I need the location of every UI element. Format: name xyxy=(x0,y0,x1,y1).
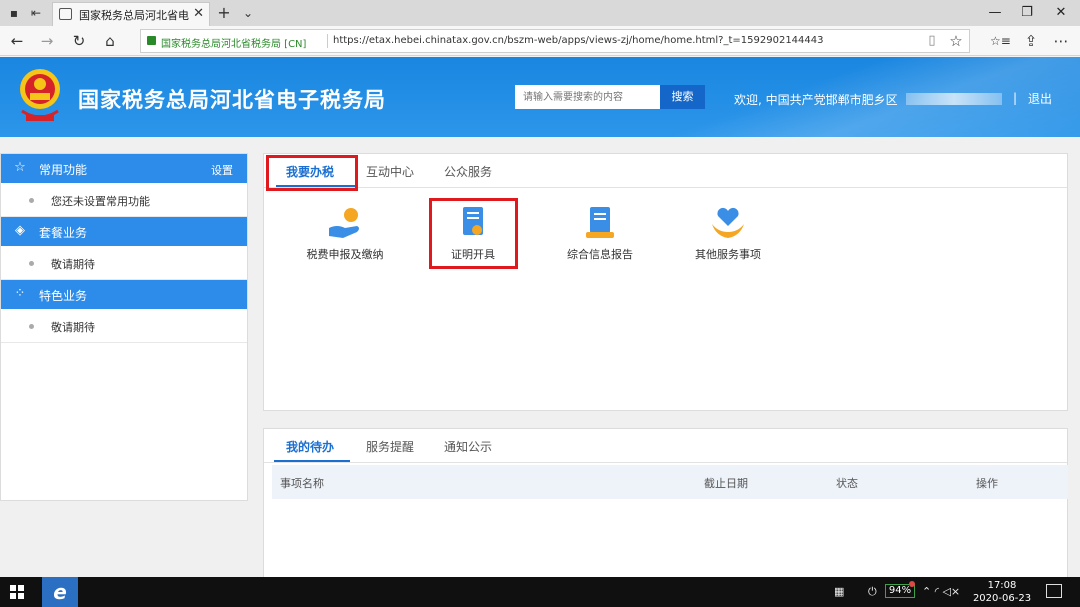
sidebar-item-label: 您还未设置常用功能 xyxy=(51,195,150,208)
service-panel: 我要办税 互动中心 公众服务 税费申报及缴纳 证明开具 综合信息报告 其他服务事… xyxy=(263,153,1068,411)
main-tabs: 我要办税 互动中心 公众服务 xyxy=(264,154,1067,188)
todo-tabs: 我的待办 服务提醒 通知公示 xyxy=(264,429,1067,463)
close-tab-icon[interactable]: ✕ xyxy=(193,6,204,21)
edge-browser-icon[interactable]: e xyxy=(42,577,78,607)
service-info-report[interactable]: 综合信息报告 xyxy=(540,206,660,266)
clock-date: 2020-06-23 xyxy=(972,593,1032,604)
browser-tab[interactable]: 国家税务总局河北省电子 ✕ xyxy=(52,2,210,26)
back-icon[interactable]: ← xyxy=(8,32,26,50)
screen: ▪ ⇤ 国家税务总局河北省电子 ✕ + ⌄ — ❐ ✕ ← → ↻ ⌂ 国家税务… xyxy=(0,0,1080,607)
package-icon: ◈ xyxy=(15,223,25,238)
address-bar: ← → ↻ ⌂ 国家税务总局河北省税务局 [CN] https://etax.h… xyxy=(0,26,1080,56)
forward-icon[interactable]: → xyxy=(38,32,56,50)
sidebar: ☆ 常用功能 设置 您还未设置常用功能 ◈ 套餐业务 敬请期待 ⁘ 特色业务 敬… xyxy=(0,153,248,501)
tray-icons[interactable]: ⌃ ◜ ◁× xyxy=(922,585,960,599)
column-header: 状态 xyxy=(836,477,858,490)
home-icon[interactable]: ⌂ xyxy=(101,32,119,50)
grid-icon: ⁘ xyxy=(14,286,26,301)
column-header: 截止日期 xyxy=(704,477,748,490)
sidebar-header-label: 套餐业务 xyxy=(39,226,88,240)
new-tab-icon[interactable]: + xyxy=(216,5,232,21)
tab-my-todos[interactable]: 我的待办 xyxy=(286,438,334,455)
refresh-icon[interactable]: ↻ xyxy=(70,32,88,50)
redacted-username xyxy=(906,93,1002,105)
share-icon[interactable]: ⇪ xyxy=(1022,32,1040,50)
welcome-text: 欢迎, 中国共产党邯郸市肥乡区 xyxy=(734,93,898,107)
windows-taskbar: e ▦ ⏻ 94% ⌃ ◜ ◁× 17:08 2020-06-23 xyxy=(0,577,1080,607)
tab-notices[interactable]: 通知公示 xyxy=(444,438,492,455)
tab-public-service[interactable]: 公众服务 xyxy=(444,163,492,180)
bullet-icon xyxy=(29,324,34,329)
windows-start-icon[interactable] xyxy=(10,585,24,599)
service-label: 综合信息报告 xyxy=(567,248,633,261)
sidebar-header-common[interactable]: ☆ 常用功能 设置 xyxy=(1,154,247,183)
search-input[interactable] xyxy=(515,85,661,109)
report-book-icon xyxy=(586,207,614,238)
sidebar-item-label: 敬请期待 xyxy=(51,258,95,271)
page-favicon-icon xyxy=(59,8,72,20)
sidebar-item: 敬请期待 xyxy=(1,309,247,343)
tabs-aside-icon[interactable]: ⇤ xyxy=(28,5,44,21)
highlight-box-certificate xyxy=(429,198,518,269)
hub-icon[interactable]: ☆≡ xyxy=(990,32,1011,50)
heart-hand-icon xyxy=(712,207,744,238)
service-label: 其他服务事项 xyxy=(695,248,761,261)
sidebar-header-featured[interactable]: ⁘ 特色业务 xyxy=(1,280,247,309)
battery-alert-icon xyxy=(909,581,915,587)
highlight-box-tab xyxy=(266,155,358,191)
search-button[interactable]: 搜索 xyxy=(660,85,705,109)
keyboard-icon[interactable]: ▦ xyxy=(834,585,844,599)
url-field[interactable]: 国家税务总局河北省税务局 [CN] https://etax.hebei.chi… xyxy=(140,29,970,53)
lock-icon xyxy=(147,36,156,45)
site-identity: 国家税务总局河北省税务局 [CN] xyxy=(161,39,307,50)
tab-title: 国家税务总局河北省电子 xyxy=(79,9,189,22)
hand-coin-icon xyxy=(329,208,359,238)
url-text: https://etax.hebei.chinatax.gov.cn/bszm-… xyxy=(333,35,824,46)
reading-view-icon[interactable]: ▯ xyxy=(923,32,941,50)
service-other-items[interactable]: 其他服务事项 xyxy=(668,206,788,266)
active-tab-indicator xyxy=(274,460,350,462)
sidebar-header-label: 特色业务 xyxy=(39,289,88,303)
notification-center-icon[interactable] xyxy=(1046,584,1062,598)
tax-emblem-logo xyxy=(20,69,60,121)
favorite-star-icon[interactable]: ☆ xyxy=(947,32,965,50)
more-icon[interactable]: ⋯ xyxy=(1052,32,1070,50)
column-header: 事项名称 xyxy=(280,477,324,490)
settings-link[interactable]: 设置 xyxy=(211,162,233,178)
site-title: 国家税务总局河北省电子税务局 xyxy=(78,88,386,112)
bullet-icon xyxy=(29,198,34,203)
star-icon: ☆ xyxy=(14,160,26,175)
site-header: 国家税务总局河北省电子税务局 搜索 欢迎, 中国共产党邯郸市肥乡区 | 退出 xyxy=(0,57,1080,137)
tab-service-reminders[interactable]: 服务提醒 xyxy=(366,438,414,455)
service-label: 税费申报及缴纳 xyxy=(306,248,384,261)
sidebar-header-package[interactable]: ◈ 套餐业务 xyxy=(1,217,247,246)
system-clock[interactable]: 17:08 2020-06-23 xyxy=(972,579,1032,605)
close-window-icon[interactable]: ✕ xyxy=(1046,3,1076,23)
tab-preview-chevron-icon[interactable]: ⌄ xyxy=(240,5,256,21)
logout-link[interactable]: 退出 xyxy=(1028,90,1052,107)
sidebar-header-label: 常用功能 xyxy=(39,163,88,177)
tab-interaction-center[interactable]: 互动中心 xyxy=(366,163,414,180)
content-area: ☆ 常用功能 设置 您还未设置常用功能 ◈ 套餐业务 敬请期待 ⁘ 特色业务 敬… xyxy=(0,137,1080,578)
clock-time: 17:08 xyxy=(987,580,1017,591)
maximize-icon[interactable]: ❐ xyxy=(1012,3,1042,23)
bullet-icon xyxy=(29,261,34,266)
minimize-icon[interactable]: — xyxy=(980,3,1010,23)
url-divider xyxy=(327,34,328,48)
browser-tab-bar: ▪ ⇤ 国家税务总局河北省电子 ✕ + ⌄ — ❐ ✕ xyxy=(0,0,1080,26)
power-plug-icon[interactable]: ⏻ xyxy=(868,585,877,599)
column-header: 操作 xyxy=(976,477,998,490)
sidebar-item: 您还未设置常用功能 xyxy=(1,183,247,217)
todo-table-header: 事项名称 截止日期 状态 操作 xyxy=(272,465,1068,499)
tab-actions-icon[interactable]: ▪ xyxy=(6,5,22,21)
sidebar-item: 敬请期待 xyxy=(1,246,247,280)
header-separator: | xyxy=(1013,91,1018,105)
service-tax-filing[interactable]: 税费申报及缴纳 xyxy=(285,206,405,266)
todo-panel: 我的待办 服务提醒 通知公示 事项名称 截止日期 状态 操作 xyxy=(263,428,1068,578)
sidebar-item-label: 敬请期待 xyxy=(51,321,95,334)
